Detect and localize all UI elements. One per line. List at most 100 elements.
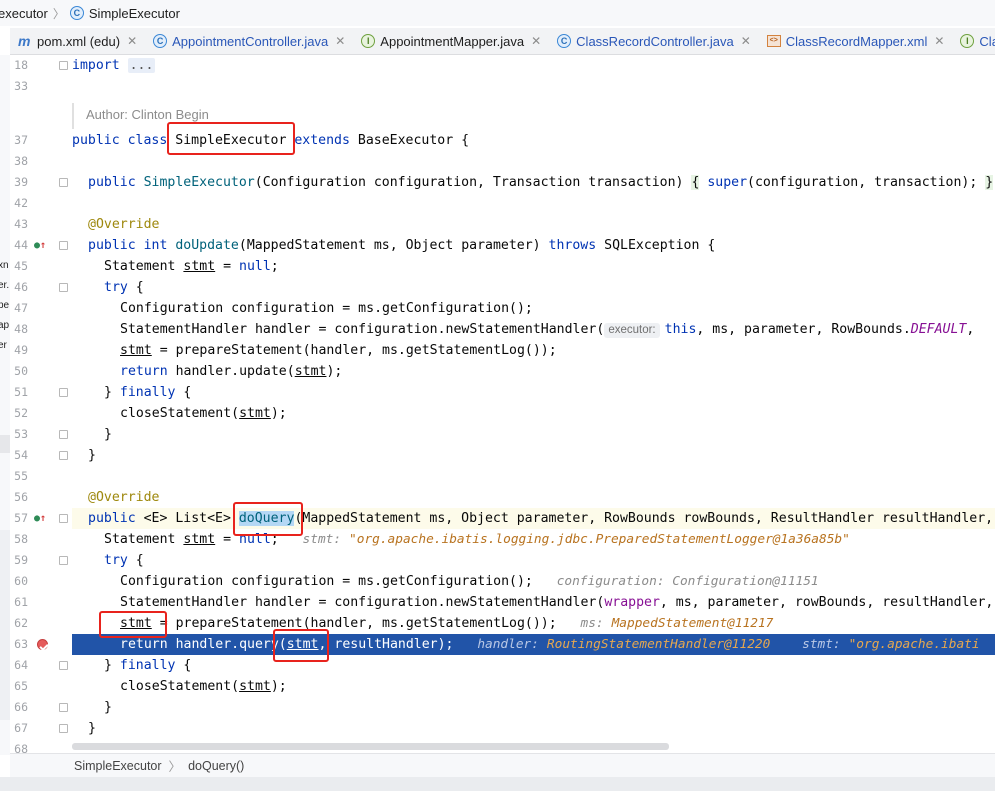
nav-item-class[interactable]: SimpleExecutor bbox=[74, 759, 162, 773]
code-line-56[interactable]: @Override bbox=[72, 487, 995, 508]
code-editor[interactable]: import ... Author: Clinton Begin public … bbox=[72, 55, 995, 750]
static-field: DEFAULT bbox=[910, 322, 967, 337]
close-icon[interactable]: ✕ bbox=[531, 34, 541, 48]
project-tree-fragment: xn bbox=[0, 260, 9, 271]
breadcrumb-item-class[interactable]: C SimpleExecutor bbox=[69, 6, 180, 21]
breakpoint-icon[interactable] bbox=[37, 639, 48, 650]
fold-toggle-icon[interactable] bbox=[59, 283, 68, 292]
interface-icon: I bbox=[361, 34, 376, 48]
close-icon[interactable]: ✕ bbox=[934, 34, 944, 48]
code-structure-breadcrumb: SimpleExecutor 〉 doQuery() bbox=[10, 753, 995, 777]
code-line-45[interactable]: Statement stmt = null; bbox=[72, 256, 995, 277]
close-icon[interactable]: ✕ bbox=[741, 34, 751, 48]
tab-class-record-mapper-xml[interactable]: <> ClassRecordMapper.xml ✕ bbox=[759, 28, 953, 54]
line-number: 56 bbox=[14, 490, 28, 504]
code-line-49[interactable]: stmt = prepareStatement(handler, ms.getS… bbox=[72, 340, 995, 361]
highlight-box bbox=[167, 122, 295, 155]
class-icon: C bbox=[153, 34, 168, 48]
code-line-58[interactable]: Statement stmt = null; stmt: "org.apache… bbox=[72, 529, 995, 550]
code-line-18[interactable]: import ... bbox=[72, 55, 995, 76]
code-text: BaseExecutor { bbox=[357, 133, 470, 148]
highlight-box bbox=[233, 502, 303, 536]
code-line-59[interactable]: try { bbox=[72, 550, 995, 571]
code-text: } bbox=[104, 427, 112, 442]
line-number: 45 bbox=[14, 259, 28, 273]
folded-imports[interactable]: ... bbox=[127, 58, 156, 73]
fold-toggle-icon[interactable] bbox=[59, 61, 68, 70]
fold-toggle-icon[interactable] bbox=[59, 178, 68, 187]
code-text: = prepareStatement(handler, ms.getStatem… bbox=[151, 616, 557, 631]
fold-toggle-icon[interactable] bbox=[59, 724, 68, 733]
code-line-63-execution-point[interactable]: return handler.query(stmt, resultHandler… bbox=[72, 634, 995, 655]
line-number: 43 bbox=[14, 217, 28, 231]
variable: stmt bbox=[183, 259, 216, 274]
keyword: return bbox=[120, 637, 168, 652]
breadcrumb-item-package[interactable]: executor bbox=[0, 6, 48, 21]
code-line-65[interactable]: closeStatement(stmt); bbox=[72, 676, 995, 697]
tab-class-record-controller[interactable]: C ClassRecordController.java ✕ bbox=[549, 28, 759, 54]
code-text: ); bbox=[326, 364, 343, 379]
status-bar bbox=[0, 777, 995, 791]
code-line-47[interactable]: Configuration configuration = ms.getConf… bbox=[72, 298, 995, 319]
line-number: 44 bbox=[14, 238, 28, 252]
code-line-52[interactable]: closeStatement(stmt); bbox=[72, 403, 995, 424]
nav-item-method[interactable]: doQuery() bbox=[188, 759, 244, 773]
code-text: StatementHandler handler = configuration… bbox=[120, 322, 605, 337]
close-icon[interactable]: ✕ bbox=[335, 34, 345, 48]
horizontal-scrollbar[interactable] bbox=[72, 743, 669, 750]
tab-pom-xml[interactable]: m pom.xml (edu) ✕ bbox=[10, 28, 145, 54]
keyword: try bbox=[104, 553, 128, 568]
code-line-57[interactable]: public <E> List<E> doQuery(MappedStateme… bbox=[72, 508, 995, 529]
fold-toggle-icon[interactable] bbox=[59, 514, 68, 523]
code-line-50[interactable]: return handler.update(stmt); bbox=[72, 361, 995, 382]
code-line-46[interactable]: try { bbox=[72, 277, 995, 298]
highlight-box bbox=[99, 611, 167, 638]
keyword: finally bbox=[119, 658, 176, 673]
code-line-51[interactable]: } finally { bbox=[72, 382, 995, 403]
fold-toggle-icon[interactable] bbox=[59, 451, 68, 460]
code-line-48[interactable]: StatementHandler handler = configuration… bbox=[72, 319, 995, 340]
code-text: = prepareStatement(handler, ms.getStatem… bbox=[151, 343, 557, 358]
fold-toggle-icon[interactable] bbox=[59, 388, 68, 397]
override-icon[interactable]: ●↑ bbox=[34, 508, 52, 529]
fold-toggle-icon[interactable] bbox=[59, 556, 68, 565]
keyword: class bbox=[127, 133, 168, 148]
code-line-67[interactable]: } bbox=[72, 718, 995, 739]
tab-appointment-controller[interactable]: C AppointmentController.java ✕ bbox=[145, 28, 353, 54]
code-line-60[interactable]: Configuration configuration = ms.getConf… bbox=[72, 571, 995, 592]
fold-toggle-icon[interactable] bbox=[59, 241, 68, 250]
code-line-66[interactable]: } bbox=[72, 697, 995, 718]
editor-gutter[interactable]: 18 33 37 38 39 42 43 44 45 46 47 48 49 5… bbox=[10, 55, 72, 756]
code-line-61[interactable]: StatementHandler handler = configuration… bbox=[72, 592, 995, 613]
code-line-39[interactable]: public SimpleExecutor(Configuration conf… bbox=[72, 172, 995, 193]
code-line-62[interactable]: stmt = prepareStatement(handler, ms.getS… bbox=[72, 613, 995, 634]
override-icon[interactable]: ●↑ bbox=[34, 235, 52, 256]
line-number: 63 bbox=[14, 637, 28, 651]
code-line-44[interactable]: public int doUpdate(MappedStatement ms, … bbox=[72, 235, 995, 256]
tab-label: Cla bbox=[979, 33, 995, 49]
keyword: throws bbox=[548, 238, 597, 253]
close-icon[interactable]: ✕ bbox=[127, 34, 137, 48]
debug-inline-label: stmt: bbox=[302, 532, 342, 547]
line-number: 59 bbox=[14, 553, 28, 567]
code-line-64[interactable]: } finally { bbox=[72, 655, 995, 676]
annotation: @Override bbox=[88, 217, 160, 232]
line-number: 46 bbox=[14, 280, 28, 294]
code-line-54[interactable]: } bbox=[72, 445, 995, 466]
tab-truncated[interactable]: I Cla bbox=[952, 28, 995, 54]
code-line-43[interactable]: @Override bbox=[72, 214, 995, 235]
tab-label: AppointmentController.java bbox=[172, 33, 329, 49]
code-text: ); bbox=[270, 679, 287, 694]
fold-toggle-icon[interactable] bbox=[59, 661, 68, 670]
class-icon: C bbox=[69, 6, 84, 20]
code-text: <E> List<E> bbox=[135, 511, 239, 526]
code-text: closeStatement( bbox=[120, 679, 240, 694]
fold-toggle-icon[interactable] bbox=[59, 703, 68, 712]
project-tree-selection bbox=[0, 435, 10, 453]
line-number: 48 bbox=[14, 322, 28, 336]
variable: stmt bbox=[294, 364, 327, 379]
tab-appointment-mapper[interactable]: I AppointmentMapper.java ✕ bbox=[353, 28, 549, 54]
code-line-53[interactable]: } bbox=[72, 424, 995, 445]
fold-toggle-icon[interactable] bbox=[59, 430, 68, 439]
keyword: public bbox=[88, 511, 136, 526]
